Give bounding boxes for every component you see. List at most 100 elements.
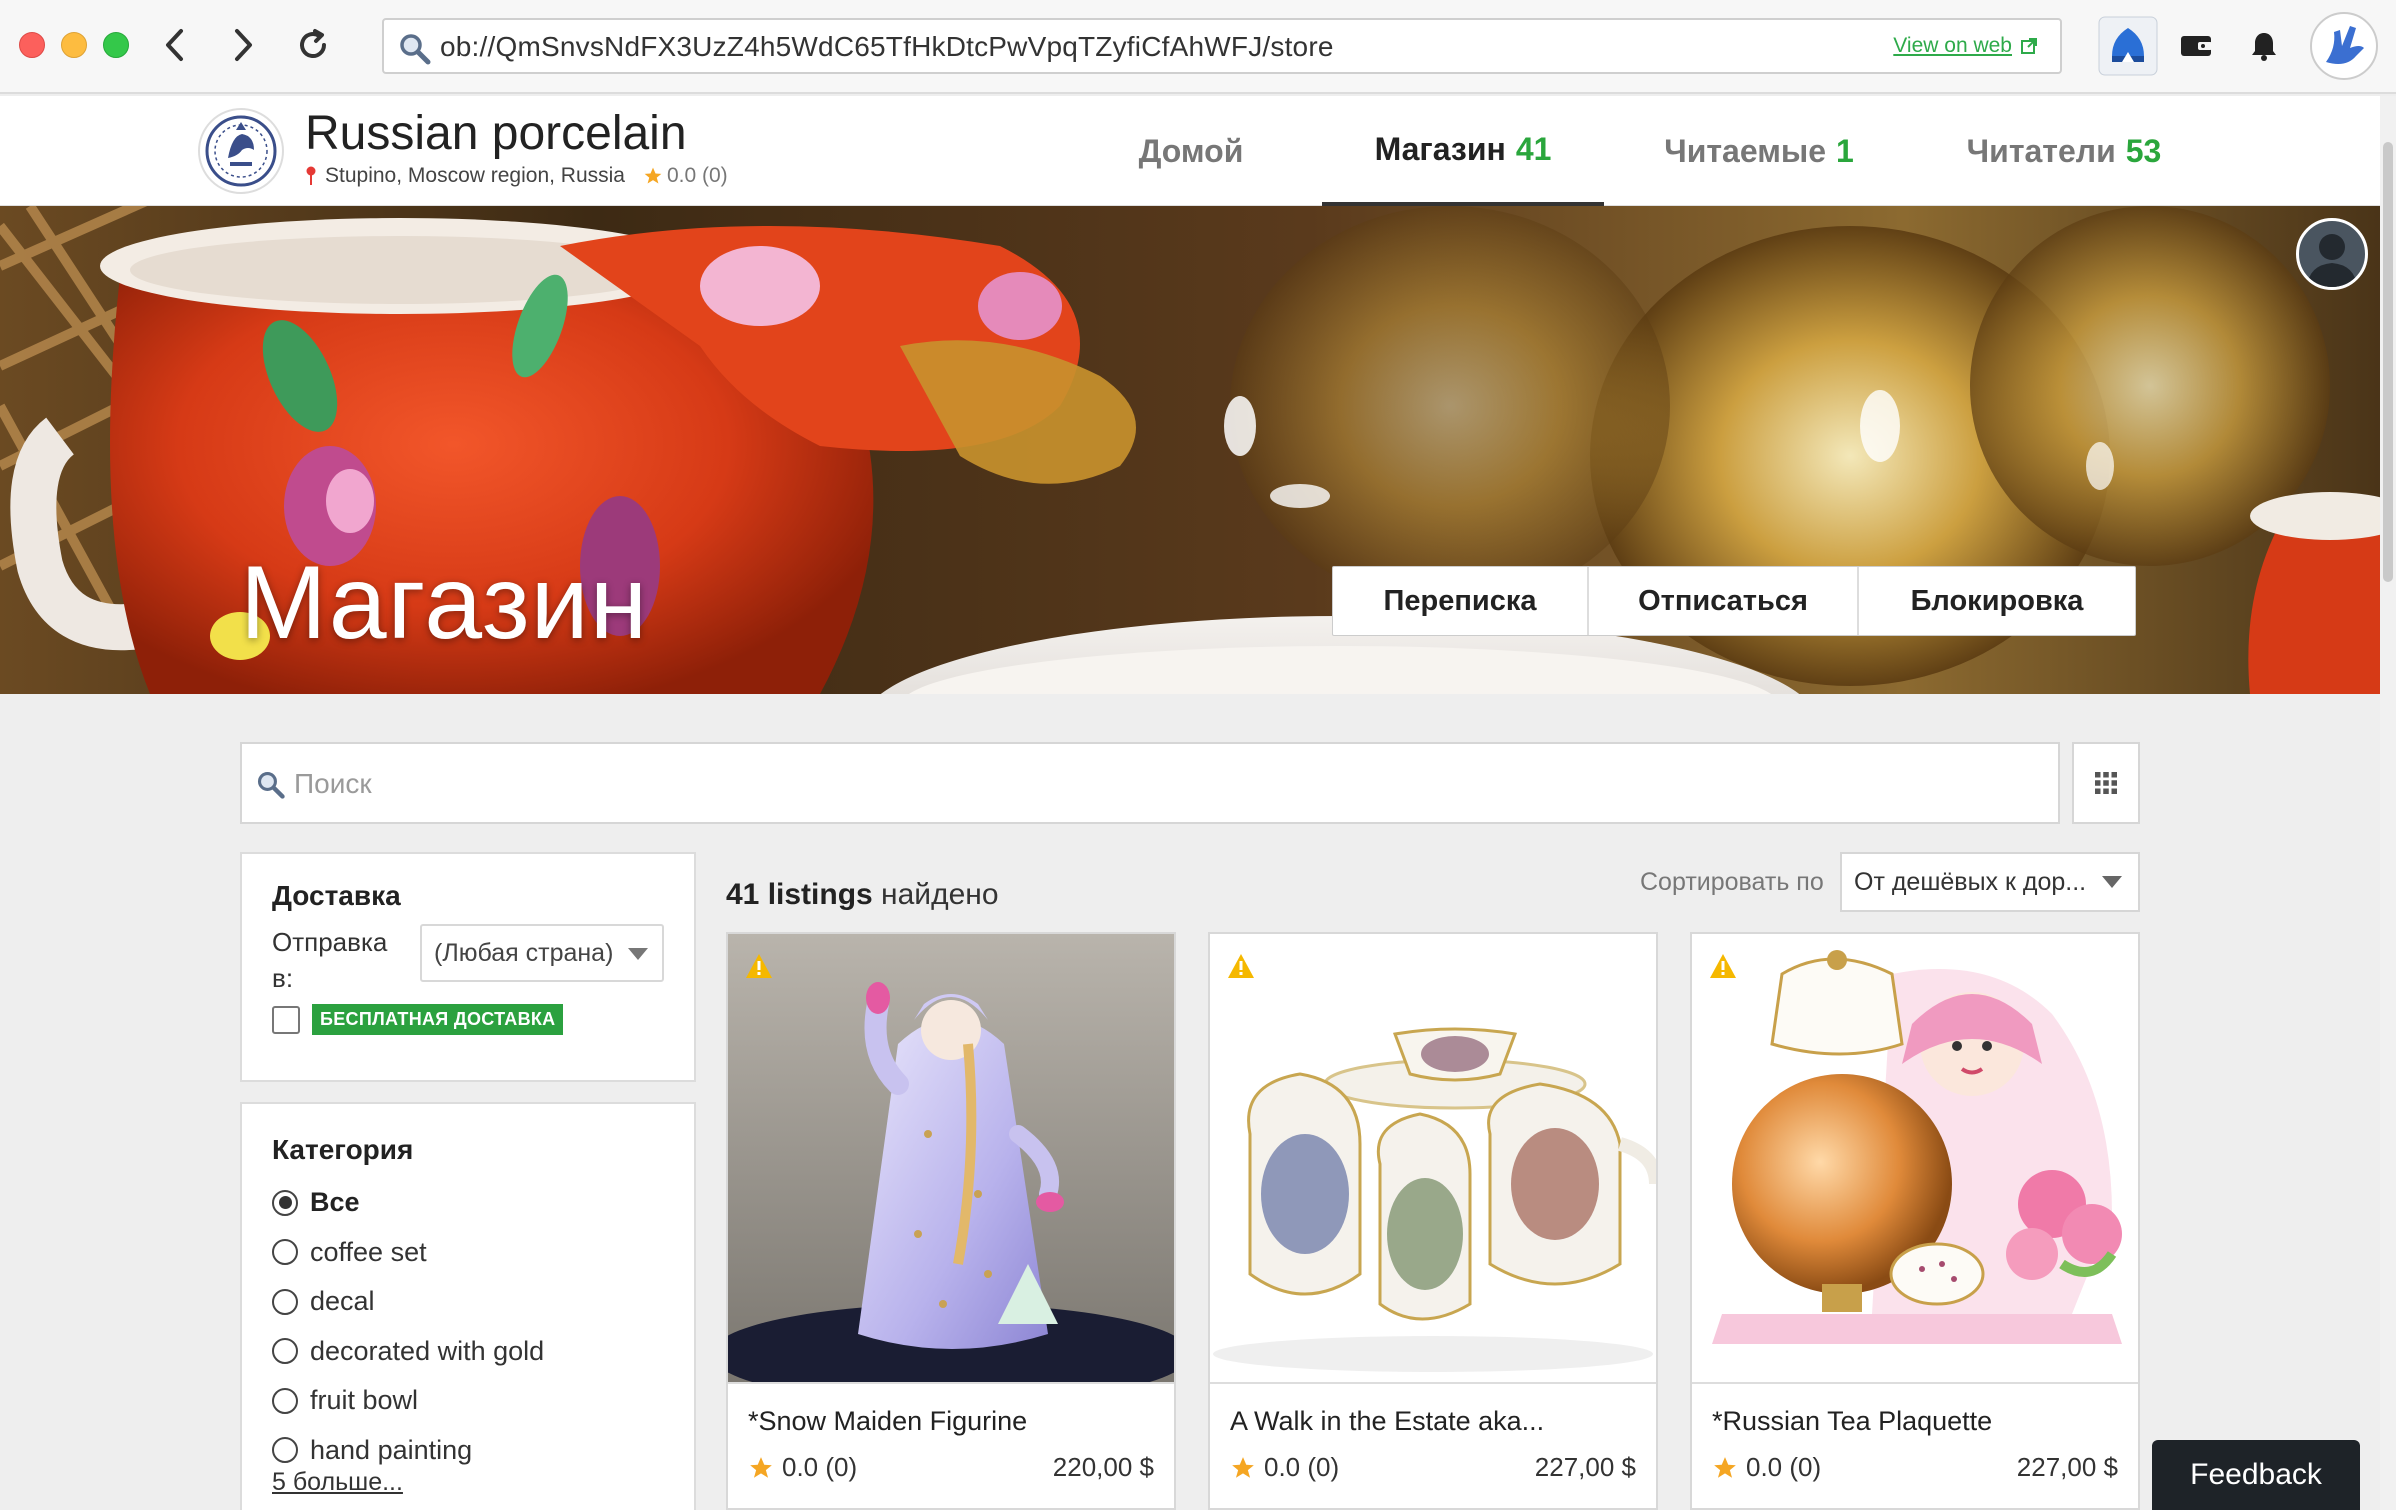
store-meta: Stupino, Moscow region, Russia 0.0 (0) [305, 164, 728, 188]
category-option-label: coffee set [310, 1236, 427, 1267]
unfollow-button[interactable]: Отписаться [1589, 567, 1859, 635]
sort-value: От дешёвых к дор... [1854, 867, 2087, 896]
tab-followers-count: 53 [2125, 132, 2162, 169]
free-shipping-option: БЕСПЛАТНАЯ ДОСТАВКА [272, 1004, 564, 1035]
grid-view-toggle[interactable] [2072, 742, 2140, 824]
user-silhouette-icon [2307, 234, 2357, 287]
tab-followers[interactable]: Читатели 53 [1914, 96, 2214, 206]
listing-price: 227,00 $ [2016, 1452, 2118, 1482]
tab-store[interactable]: Магазин 41 [1322, 96, 1604, 206]
notifications-button[interactable] [2232, 14, 2296, 78]
category-option[interactable]: decorated with gold [272, 1327, 544, 1377]
listing-card[interactable]: A Walk in the Estate aka... 0.0 (0) 227,… [1208, 932, 1658, 1510]
tab-home-label: Домой [1138, 132, 1244, 169]
feedback-button[interactable]: Feedback [2152, 1440, 2360, 1510]
grid-icon [2095, 772, 2117, 794]
warning-icon[interactable] [744, 952, 774, 980]
search-input[interactable] [294, 762, 1994, 806]
chevron-left-icon [166, 29, 183, 61]
radio[interactable] [272, 1338, 298, 1365]
radio[interactable] [272, 1288, 298, 1315]
search-icon [257, 771, 285, 799]
listing-image[interactable] [1210, 934, 1656, 1384]
scrollbar-thumb[interactable] [2383, 142, 2393, 582]
back-button[interactable] [152, 22, 198, 68]
ship-to-label: Отправка в: [272, 927, 388, 993]
category-option-all[interactable]: Все [272, 1178, 544, 1228]
reload-icon [300, 29, 326, 58]
sort-select[interactable]: От дешёвых к дор... [1840, 852, 2140, 912]
listing-rating-value: 0.0 (0) [782, 1452, 858, 1482]
category-title: Категория [272, 1134, 414, 1165]
listing-image[interactable] [728, 934, 1174, 1384]
block-button[interactable]: Блокировка [1859, 567, 2135, 635]
openbazaar-app-button[interactable] [2096, 14, 2160, 78]
user-avatar[interactable] [2310, 12, 2378, 80]
chevron-down-icon [628, 948, 648, 960]
radio[interactable] [272, 1437, 298, 1464]
tab-following-count: 1 [1836, 132, 1854, 169]
tab-home[interactable]: Домой [1060, 96, 1322, 206]
more-categories-link[interactable]: 5 больше... [272, 1468, 403, 1497]
free-shipping-checkbox[interactable] [272, 1005, 300, 1034]
current-user-avatar[interactable] [2296, 218, 2368, 290]
search-icon [400, 34, 431, 65]
category-option[interactable]: coffee set [272, 1228, 544, 1278]
maximize-window-button[interactable] [103, 32, 129, 58]
results-count-number: 41 listings [726, 878, 873, 911]
store-location: Stupino, Moscow region, Russia [325, 164, 625, 187]
listing-title[interactable]: *Russian Tea Plaquette [1712, 1406, 1992, 1437]
page-scrollbar[interactable] [2380, 96, 2396, 1510]
category-option-label: hand painting [310, 1434, 473, 1465]
store-hero-banner: Магазин Переписка Отписаться Блокировка [0, 206, 2380, 694]
tab-store-label: Магазин [1374, 130, 1506, 167]
external-link-icon [2021, 38, 2037, 54]
tab-following[interactable]: Читаемые 1 [1604, 96, 1914, 206]
url-text[interactable]: ob://QmSnvsNdFX3UzZ4h5WdC65TfHkDtcPwVpqT… [440, 31, 1334, 63]
chevron-down-icon [2102, 876, 2122, 888]
category-list: Все coffee set decal decorated with gold… [272, 1178, 544, 1475]
category-option[interactable]: fruit bowl [272, 1376, 544, 1426]
peace-hand-avatar-icon [2326, 26, 2364, 64]
forward-button[interactable] [220, 22, 266, 68]
store-logo[interactable] [198, 108, 284, 194]
ship-to-value: (Любая страна) [434, 938, 614, 967]
listing-title[interactable]: A Walk in the Estate aka... [1230, 1406, 1544, 1437]
listing-title[interactable]: *Snow Maiden Figurine [748, 1406, 1027, 1437]
results-count-suffix: найдено [872, 878, 999, 911]
listing-card[interactable]: *Snow Maiden Figurine 0.0 (0) 220,00 $ [726, 932, 1176, 1510]
coffee-set-image [1210, 934, 1656, 1382]
listing-rating: 0.0 (0) [748, 1452, 857, 1483]
free-shipping-badge: БЕСПЛАТНАЯ ДОСТАВКА [312, 1004, 564, 1035]
tab-followers-label: Читатели [1966, 132, 2116, 169]
listing-card[interactable]: *Russian Tea Plaquette 0.0 (0) 227,00 $ [1690, 932, 2140, 1510]
category-filter-panel: Категория Все coffee set decal decorated… [240, 1102, 696, 1510]
wallet-button[interactable] [2164, 14, 2228, 78]
warning-icon[interactable] [1708, 952, 1738, 980]
ship-to-select[interactable]: (Любая страна) [420, 924, 664, 982]
view-on-web-link[interactable]: View on web [1893, 34, 2038, 58]
listing-image[interactable] [1692, 934, 2138, 1384]
radio[interactable] [272, 1387, 298, 1414]
minimize-window-button[interactable] [61, 32, 87, 58]
delivery-title: Доставка [272, 880, 401, 911]
store-actions: Переписка Отписаться Блокировка [1332, 566, 2136, 636]
reload-button[interactable] [290, 22, 336, 68]
message-button[interactable]: Переписка [1333, 567, 1589, 635]
tab-store-count: 41 [1515, 130, 1552, 167]
star-icon [1714, 1456, 1736, 1478]
view-on-web-label: View on web [1893, 34, 2012, 57]
address-bar[interactable]: ob://QmSnvsNdFX3UzZ4h5WdC65TfHkDtcPwVpqT… [382, 18, 2062, 74]
sort-label: Сортировать по [1640, 868, 1824, 896]
radio-selected[interactable] [272, 1189, 298, 1216]
close-window-button[interactable] [19, 32, 45, 58]
store-header: Russian porcelain Stupino, Moscow region… [0, 96, 2396, 206]
radio[interactable] [272, 1239, 298, 1266]
listing-rating-value: 0.0 (0) [1746, 1452, 1822, 1482]
snow-maiden-figurine-image [728, 934, 1174, 1382]
category-option[interactable]: decal [272, 1277, 544, 1327]
store-nav-tabs: Домой Магазин 41 Читаемые 1 Читатели 53 [1060, 96, 2214, 206]
delivery-filter-panel: Доставка Отправка в: (Любая страна) БЕСП… [240, 852, 696, 1082]
openbazaar-logo-icon [2098, 16, 2158, 76]
warning-icon[interactable] [1226, 952, 1256, 980]
